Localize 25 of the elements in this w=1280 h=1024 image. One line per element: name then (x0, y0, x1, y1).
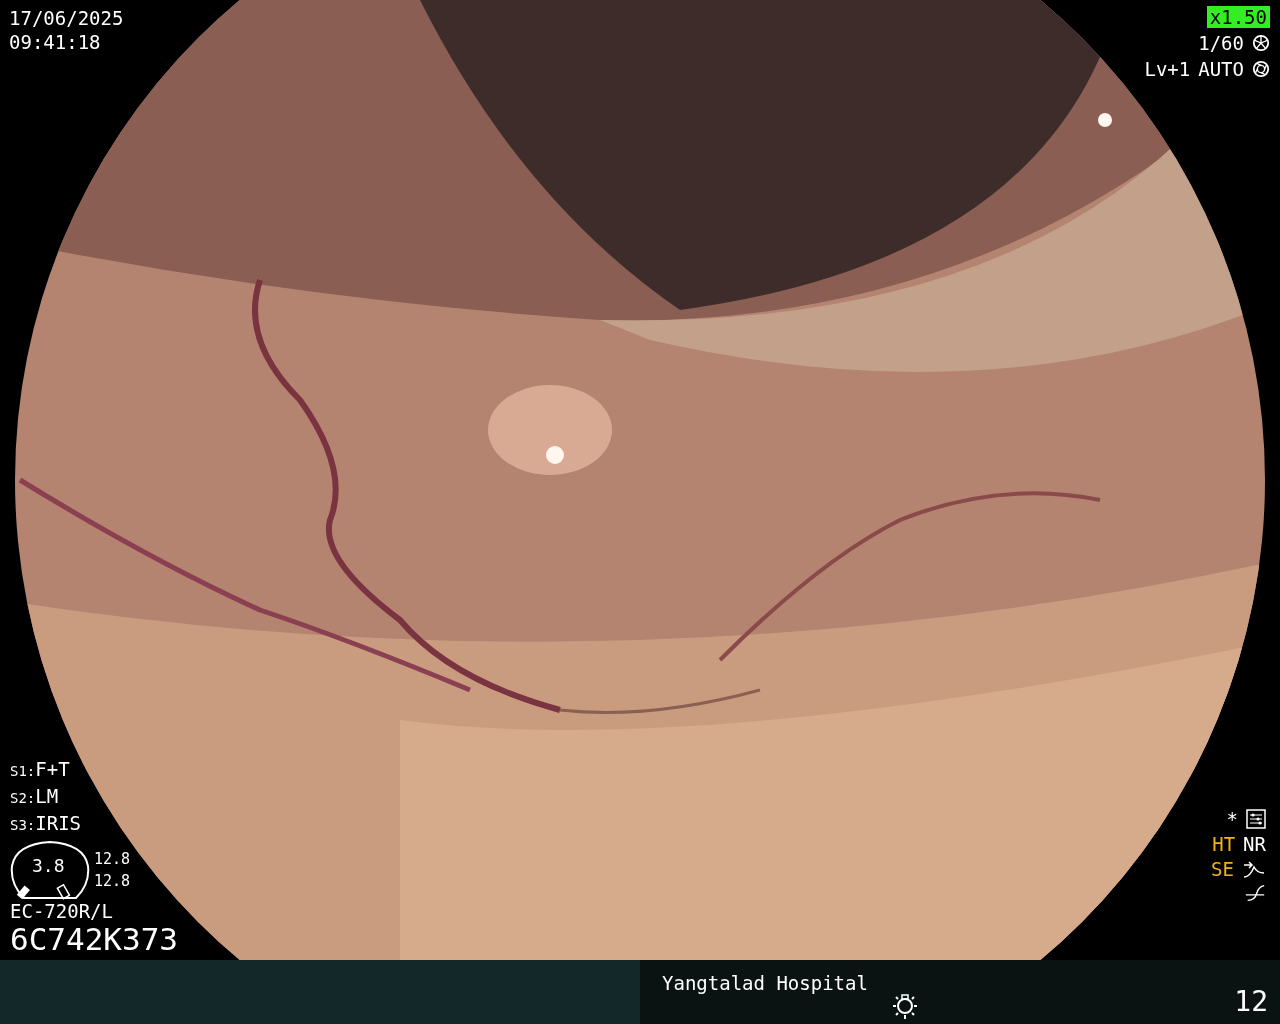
zoom-indicator: x1.50 (1206, 6, 1270, 28)
scope-setting-text: S2:LM (10, 784, 60, 809)
enhancement-mode: NR (1243, 833, 1266, 855)
iris-mode-text: AUTO (1198, 58, 1244, 80)
sliders-icon (1246, 809, 1266, 829)
gauge-value: 3.8 (32, 856, 65, 876)
hospital-name: Yangtalad Hospital (662, 972, 868, 994)
curve-icon (1244, 883, 1266, 903)
image-count: 12 (1234, 986, 1268, 1018)
shutter-text: 1/60 (1198, 32, 1244, 54)
brightness-level-text: Lv+1 (1144, 58, 1191, 80)
scope-model-text: EC-720R/L (10, 900, 114, 922)
aperture-icon (1252, 34, 1270, 52)
date-text: 17/06/2025 (9, 6, 124, 30)
curve-icon (1242, 859, 1266, 879)
aperture-icon (1252, 60, 1270, 78)
scope-setting-text: S1:F+T (10, 757, 71, 782)
gauge-reading: 12.8 (94, 849, 131, 870)
gauge-reading: 12.8 (94, 871, 131, 892)
enhancement-mode: SE (1211, 858, 1234, 880)
time-text: 09:41:18 (9, 30, 102, 54)
scope-setting-text: S3:IRIS (10, 811, 83, 836)
serial-number-text: 6C742K373 (10, 922, 178, 956)
asterisk-mark: * (1226, 808, 1238, 830)
enhancement-mode: HT (1212, 833, 1236, 855)
